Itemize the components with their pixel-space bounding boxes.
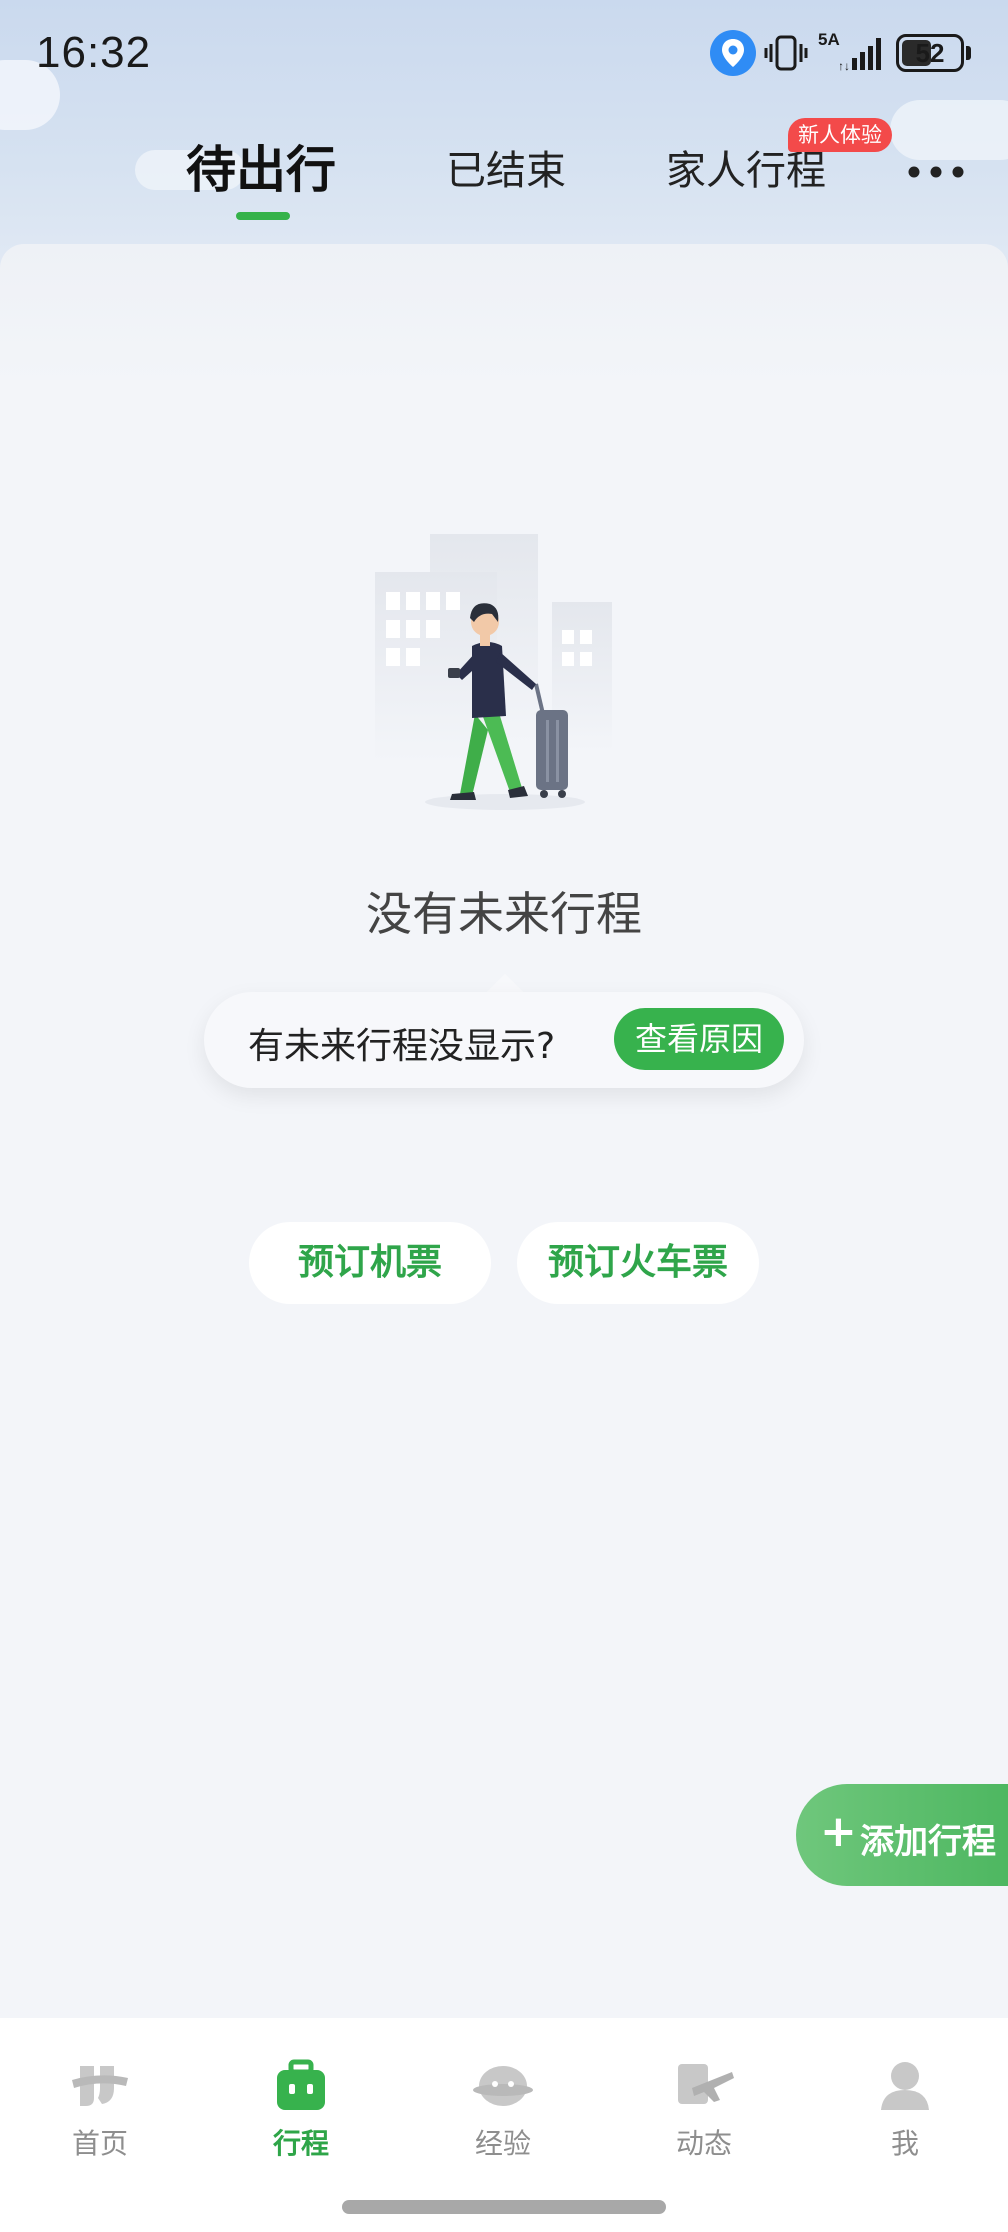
flight-status-icon — [678, 2064, 734, 2104]
book-train-button[interactable]: 预订火车票 — [517, 1222, 759, 1304]
missing-trip-tip: 有未来行程没显示? 查看原因 — [204, 992, 804, 1088]
profile-icon — [881, 2062, 929, 2110]
nav-item-trips[interactable]: 行程 — [241, 2038, 361, 2160]
experience-bubble-icon — [473, 2066, 533, 2106]
add-trip-button[interactable]: + 添加行程 — [796, 1784, 1008, 1886]
signal-icon: ↑↓ — [840, 38, 881, 72]
svg-text:↑↓: ↑↓ — [840, 59, 850, 72]
empty-state-title: 没有未来行程 — [366, 887, 642, 941]
nav-item-experience[interactable]: 经验 — [443, 2038, 563, 2160]
home-icon — [72, 2066, 128, 2106]
battery-cap — [966, 46, 971, 60]
book-flight-button[interactable]: 预订机票 — [249, 1222, 491, 1304]
nav-label-home: 首页 — [71, 2127, 128, 2160]
add-trip-label: 添加行程 — [860, 1822, 996, 1862]
nav-item-home[interactable]: 首页 — [40, 2038, 160, 2160]
status-time: 16:32 — [36, 28, 152, 77]
tab-finished[interactable]: 已结束 — [446, 138, 566, 196]
active-tab-indicator — [236, 212, 290, 220]
view-reason-button[interactable]: 查看原因 — [614, 1008, 784, 1070]
location-icon — [710, 30, 756, 76]
nav-item-flight-status[interactable]: 动态 — [644, 2038, 764, 2160]
battery-percentage: 52 — [915, 38, 945, 68]
nav-label-profile: 我 — [890, 2127, 919, 2160]
nav-item-profile[interactable]: 我 — [845, 2038, 965, 2160]
trip-briefcase-icon — [277, 2059, 325, 2110]
tip-text: 有未来行程没显示? — [248, 1026, 556, 1067]
tab-upcoming[interactable]: 待出行 — [186, 130, 336, 202]
network-type-label: 5A — [818, 30, 840, 49]
battery-icon: 52 — [896, 34, 964, 72]
plus-icon: + — [820, 1806, 857, 1857]
traveler-with-luggage-illustration — [375, 534, 612, 810]
nav-label-experience: 经验 — [474, 2127, 531, 2160]
trip-content-card: 没有未来行程 有未来行程没显示? 查看原因 预订机票 预订火车票 — [0, 244, 1008, 2019]
new-user-badge: 新人体验 — [788, 118, 892, 152]
vibrate-icon — [764, 35, 808, 71]
home-indicator[interactable] — [342, 2200, 666, 2214]
nav-label-flight-status: 动态 — [675, 2127, 732, 2160]
status-bar: 16:32 5A ↑↓ 52 — [0, 0, 1008, 106]
more-dots-icon[interactable] — [906, 160, 966, 184]
nav-label-trips: 行程 — [272, 2127, 329, 2160]
